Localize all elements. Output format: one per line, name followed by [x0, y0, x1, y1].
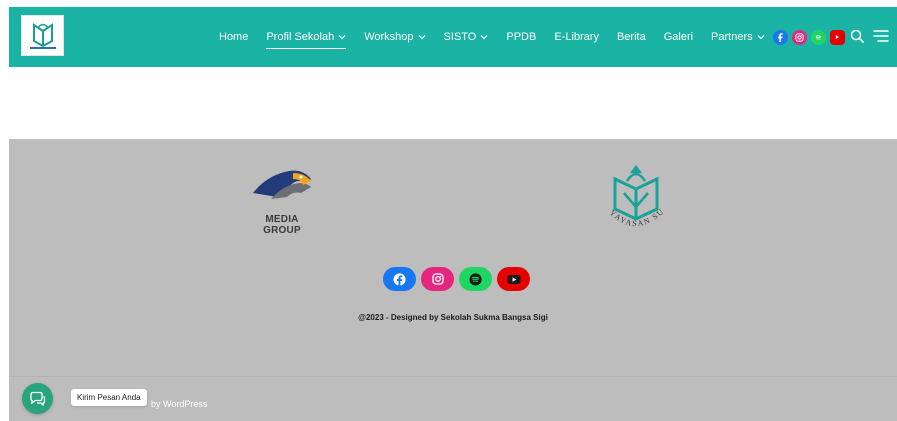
nav-e-library-label: E-Library — [554, 31, 599, 43]
site-logo[interactable] — [21, 15, 64, 56]
nav-home[interactable]: Home — [219, 25, 248, 49]
powered-by-text[interactable]: by WordPress — [151, 399, 207, 409]
youtube-icon[interactable] — [497, 267, 530, 291]
chevron-down-icon — [418, 35, 425, 40]
main-nav: Home Profil Sekolah Workshop SISTO PPDB … — [219, 7, 845, 67]
header-social-links — [772, 29, 845, 45]
nav-sisto-label: SISTO — [443, 31, 477, 43]
nav-workshop[interactable]: Workshop — [364, 25, 425, 49]
search-icon[interactable] — [849, 28, 865, 44]
nav-ppdb[interactable]: PPDB — [506, 25, 536, 49]
yayasan-sukma-logo[interactable]: YAYASAN SUKMA — [593, 154, 675, 239]
youtube-icon[interactable] — [829, 29, 845, 45]
nav-partners[interactable]: Partners — [711, 25, 765, 49]
media-group-label: MEDIA GROUP — [263, 214, 301, 236]
footer-social-links — [383, 267, 530, 291]
page: Home Profil Sekolah Workshop SISTO PPDB … — [0, 0, 897, 421]
nav-home-label: Home — [219, 31, 249, 43]
spotify-icon[interactable] — [810, 29, 826, 45]
spotify-icon[interactable] — [459, 267, 492, 291]
instagram-icon[interactable] — [421, 267, 454, 291]
site-footer: MEDIA GROUP YAYASAN SUKMA — [9, 139, 897, 421]
site-header: Home Profil Sekolah Workshop SISTO PPDB … — [9, 7, 897, 67]
nav-berita[interactable]: Berita — [617, 25, 646, 49]
chevron-down-icon — [480, 35, 488, 40]
nav-ppdb-label: PPDB — [506, 31, 537, 43]
chevron-down-icon — [338, 35, 346, 40]
nav-e-library[interactable]: E-Library — [554, 25, 599, 49]
nav-profil-sekolah[interactable]: Profil Sekolah — [266, 25, 347, 49]
facebook-icon[interactable] — [383, 267, 416, 291]
eagle-logo-icon — [253, 170, 311, 199]
nav-workshop-label: Workshop — [364, 31, 414, 43]
footer-divider — [9, 376, 897, 377]
nav-partners-label: Partners — [711, 31, 753, 43]
chat-tooltip: Kirim Pesan Anda — [71, 389, 147, 406]
nav-berita-label: Berita — [616, 31, 646, 43]
media-group-logo[interactable]: MEDIA GROUP — [247, 169, 317, 236]
nav-galeri-label: Galeri — [663, 31, 694, 43]
nav-galeri[interactable]: Galeri — [664, 25, 693, 49]
facebook-icon[interactable] — [772, 29, 788, 45]
chat-bubble-icon — [30, 391, 46, 406]
chevron-down-icon — [757, 35, 765, 40]
yayasan-sukma-logo-icon: YAYASAN SUKMA — [593, 154, 665, 228]
school-logo-icon — [29, 22, 56, 49]
nav-sisto[interactable]: SISTO — [444, 25, 489, 49]
chat-button[interactable] — [22, 383, 53, 414]
copyright-text: @2023 - Designed by Sekolah Sukma Bangsa… — [358, 313, 548, 322]
menu-icon[interactable] — [873, 28, 889, 44]
instagram-icon[interactable] — [791, 29, 807, 45]
nav-profil-sekolah-label: Profil Sekolah — [266, 31, 335, 43]
